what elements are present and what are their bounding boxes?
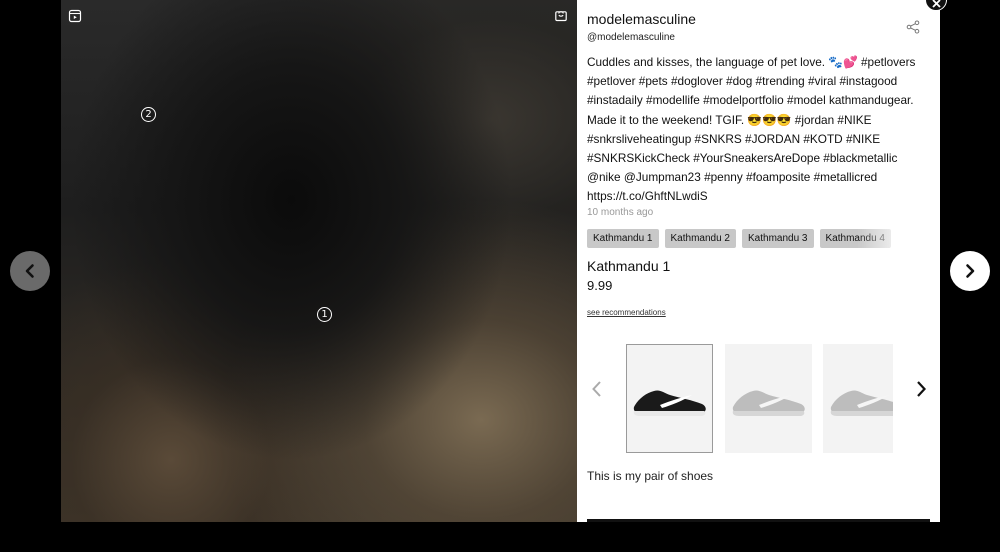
reel-icon[interactable] <box>68 9 82 23</box>
product-tag[interactable]: Kathmandu 2 <box>664 229 736 248</box>
product-tag[interactable]: Kathmandu 3 <box>742 229 814 248</box>
product-hotspot-1[interactable]: 1 <box>317 307 332 322</box>
chevron-right-icon <box>917 381 927 397</box>
shopping-bag-icon[interactable] <box>554 8 568 22</box>
tags-fade <box>857 229 897 249</box>
grey-sneaker-image <box>830 390 893 416</box>
product-tag[interactable]: Kathmandu 1 <box>587 229 659 248</box>
post-media: 2 1 <box>61 0 577 522</box>
post-username[interactable]: modelemasculine <box>587 11 696 27</box>
carousel-next-button[interactable] <box>914 380 928 398</box>
chevron-left-icon <box>25 264 34 278</box>
product-thumbnail[interactable] <box>725 344 812 453</box>
share-icon[interactable] <box>906 20 920 34</box>
chevron-right-icon <box>966 264 975 278</box>
product-tags: Kathmandu 1 Kathmandu 2 Kathmandu 3 Kath… <box>587 229 895 249</box>
post-modal: 2 1 modelemasculine @modelemasculine Cud… <box>61 0 940 522</box>
product-carousel <box>626 344 893 454</box>
see-recommendations-link[interactable]: see recommendations <box>587 308 666 317</box>
post-caption: Cuddles and kisses, the language of pet … <box>587 55 916 204</box>
grey-sneaker-image <box>732 389 805 416</box>
carousel-prev-button[interactable] <box>590 380 604 398</box>
chevron-left-icon <box>592 381 601 397</box>
post-timestamp: 10 months ago <box>587 207 654 218</box>
next-post-button[interactable] <box>950 251 990 291</box>
product-hotspot-2[interactable]: 2 <box>141 107 156 122</box>
add-to-cart-bar[interactable] <box>587 519 930 522</box>
product-thumbnail[interactable] <box>823 344 893 453</box>
product-price: 9.99 <box>587 278 613 293</box>
close-icon <box>932 0 941 8</box>
previous-post-button[interactable] <box>10 251 50 291</box>
product-description: This is my pair of shoes <box>587 469 714 483</box>
post-handle[interactable]: @modelemasculine <box>587 32 675 43</box>
black-sneaker-image <box>633 389 706 416</box>
product-name: Kathmandu 1 <box>587 258 671 274</box>
post-details-panel: modelemasculine @modelemasculine Cuddles… <box>577 0 940 522</box>
product-thumbnail[interactable] <box>626 344 713 453</box>
